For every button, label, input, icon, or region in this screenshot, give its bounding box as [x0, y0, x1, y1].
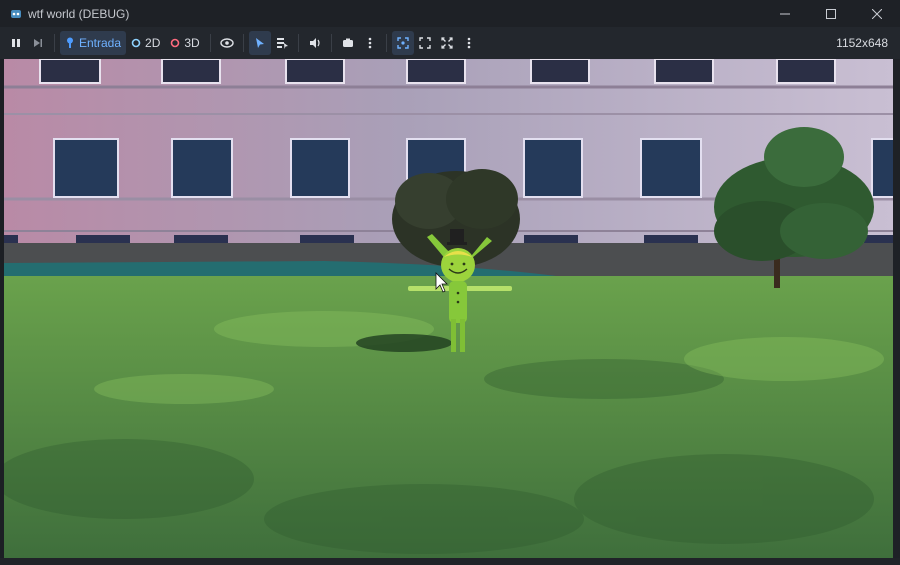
focus-frame-icon — [397, 37, 409, 49]
fullscreen-icon — [441, 37, 453, 49]
toolbar-separator — [330, 34, 332, 52]
window-border-bottom — [0, 558, 900, 565]
toolbar-separator — [385, 34, 387, 52]
more-options-button[interactable] — [359, 31, 381, 55]
focus-view-button[interactable] — [391, 31, 414, 55]
tab-input-label: Entrada — [79, 36, 122, 50]
minimize-button[interactable] — [762, 0, 808, 27]
tab-2d-label: 2D — [145, 36, 161, 50]
circle-3d-icon — [171, 38, 180, 48]
close-icon — [872, 8, 882, 19]
expand-icon — [419, 37, 431, 49]
game-scene — [4, 59, 893, 558]
circle-2d-icon — [131, 38, 141, 48]
toolbar-separator — [209, 34, 211, 52]
godot-icon — [11, 9, 21, 18]
cursor-arrow-icon — [255, 38, 264, 48]
visibility-button[interactable] — [216, 31, 238, 55]
camera-override-button[interactable] — [337, 31, 359, 55]
toolbar-separator — [297, 34, 299, 52]
next-frame-icon — [34, 39, 42, 47]
tab-input[interactable]: Entrada — [60, 31, 127, 55]
game-viewport[interactable] — [4, 59, 893, 558]
window-border-right — [893, 59, 900, 558]
close-button[interactable] — [854, 0, 900, 27]
tab-2d[interactable]: 2D — [126, 31, 165, 55]
minimize-icon — [780, 13, 790, 14]
more-options-button-2[interactable] — [458, 31, 480, 55]
kebab-menu-icon — [467, 37, 471, 49]
pause-button[interactable] — [5, 31, 27, 55]
debug-toolbar: Entrada 2D 3D 1152x648 — [0, 27, 900, 59]
kebab-menu-icon — [368, 37, 372, 49]
tab-3d[interactable]: 3D — [165, 31, 204, 55]
resolution-label: 1152x648 — [836, 36, 888, 50]
joystick-icon — [67, 37, 73, 48]
camera-icon — [342, 38, 353, 47]
character-shadow — [356, 334, 452, 352]
speaker-icon — [309, 38, 320, 48]
expand-view-button[interactable] — [414, 31, 436, 55]
tab-3d-label: 3D — [184, 36, 200, 50]
select-button[interactable] — [248, 31, 271, 55]
audio-button[interactable] — [304, 31, 326, 55]
list-select-button[interactable] — [271, 31, 293, 55]
maximize-button[interactable] — [808, 0, 854, 27]
maximize-icon — [826, 8, 836, 19]
pause-icon — [12, 39, 20, 47]
list-select-icon — [276, 38, 288, 49]
toolbar-separator — [242, 34, 244, 52]
next-frame-button[interactable] — [27, 31, 49, 55]
toolbar-separator — [54, 34, 55, 52]
eye-icon — [220, 38, 234, 48]
window-title: wtf world (DEBUG) — [28, 6, 130, 21]
window-titlebar[interactable]: wtf world (DEBUG) — [0, 0, 900, 27]
fullscreen-button[interactable] — [436, 31, 458, 55]
